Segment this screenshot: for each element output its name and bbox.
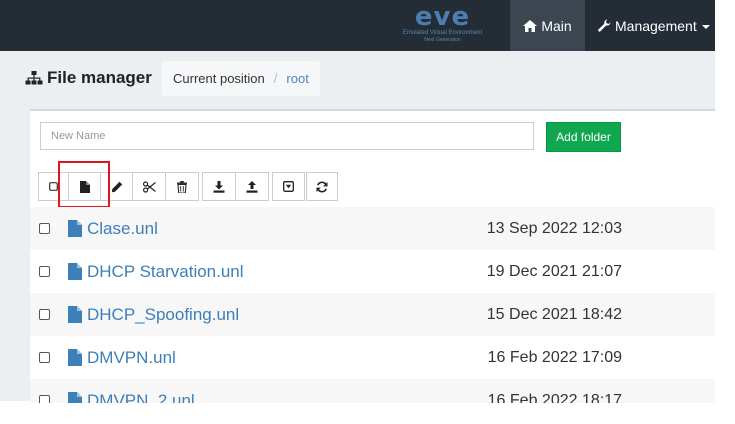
import-upload-button[interactable] xyxy=(235,172,269,201)
add-folder-button[interactable]: Add folder xyxy=(546,122,621,152)
nav-management[interactable]: Management xyxy=(592,0,710,51)
file-name[interactable]: DHCP Starvation.unl xyxy=(87,262,244,282)
breadcrumb-separator: / xyxy=(273,71,278,86)
logo-subtitle: Emulated Virtual Environment xyxy=(402,30,483,36)
export-button[interactable] xyxy=(202,172,236,201)
download-icon xyxy=(213,180,225,193)
import-icon xyxy=(283,181,294,192)
row-checkbox[interactable] xyxy=(39,395,50,403)
nav-main-label: Main xyxy=(541,17,572,34)
refresh-icon xyxy=(316,181,328,192)
file-row[interactable]: DHCP_Spoofing.unl 15 Dec 2021 18:42 xyxy=(30,293,715,336)
breadcrumb-label: Current position xyxy=(173,71,265,86)
file-row[interactable]: DMVPN_2.unl 16 Feb 2022 18:17 xyxy=(30,379,715,403)
breadcrumb: Current position / root xyxy=(162,61,320,96)
caret-down-icon xyxy=(701,24,710,29)
file-icon xyxy=(68,349,82,366)
new-folder-name-input[interactable] xyxy=(40,122,534,150)
eve-logo[interactable]: eve Emulated Virtual Environment Next Ge… xyxy=(395,4,490,44)
file-name[interactable]: DMVPN.unl xyxy=(87,348,176,368)
checkbox-icon xyxy=(49,182,58,191)
file-name[interactable]: DMVPN_2.unl xyxy=(87,391,195,404)
top-navbar: eve Emulated Virtual Environment Next Ge… xyxy=(0,0,715,51)
page-title-text: File manager xyxy=(47,68,152,87)
trash-icon xyxy=(177,180,187,193)
file-date: 13 Sep 2022 12:03 xyxy=(486,219,622,237)
file-date: 16 Feb 2022 17:09 xyxy=(487,348,622,366)
file-date: 16 Feb 2022 18:17 xyxy=(487,391,622,404)
pencil-icon xyxy=(111,181,122,192)
row-checkbox[interactable] xyxy=(39,352,50,363)
file-icon xyxy=(68,392,82,403)
file-icon xyxy=(68,263,82,280)
left-gutter xyxy=(0,109,30,401)
cut-button[interactable] xyxy=(132,172,166,201)
file-row[interactable]: Clase.unl 13 Sep 2022 12:03 xyxy=(30,207,715,250)
file-row[interactable]: DHCP Starvation.unl 19 Dec 2021 21:07 xyxy=(30,250,715,293)
file-name[interactable]: Clase.unl xyxy=(87,219,158,239)
import-button[interactable] xyxy=(272,172,305,201)
row-checkbox[interactable] xyxy=(39,309,50,320)
sitemap-icon xyxy=(25,71,43,85)
file-row[interactable]: DMVPN.unl 16 Feb 2022 17:09 xyxy=(30,336,715,379)
page-title: File manager xyxy=(25,68,152,88)
upload-icon xyxy=(246,180,258,193)
new-file-highlight-box xyxy=(58,161,110,208)
scissors-icon xyxy=(142,180,156,193)
home-icon xyxy=(523,19,538,32)
file-icon xyxy=(68,220,82,237)
nav-main[interactable]: Main xyxy=(510,0,585,51)
file-name[interactable]: DHCP_Spoofing.unl xyxy=(87,305,239,325)
logo-mark: eve xyxy=(414,2,471,32)
file-date: 15 Dec 2021 18:42 xyxy=(486,305,622,323)
row-checkbox[interactable] xyxy=(39,266,50,277)
file-icon xyxy=(68,306,82,323)
breadcrumb-root-link[interactable]: root xyxy=(286,71,308,86)
file-date: 19 Dec 2021 21:07 xyxy=(486,262,622,280)
file-manager-panel: Add folder Cl xyxy=(30,109,715,403)
refresh-button[interactable] xyxy=(306,172,338,201)
logo-tagline: Next Generation xyxy=(424,37,461,43)
delete-button[interactable] xyxy=(165,172,199,201)
wrench-icon xyxy=(598,19,611,32)
nav-management-label: Management xyxy=(615,17,697,34)
row-checkbox[interactable] xyxy=(39,223,50,234)
